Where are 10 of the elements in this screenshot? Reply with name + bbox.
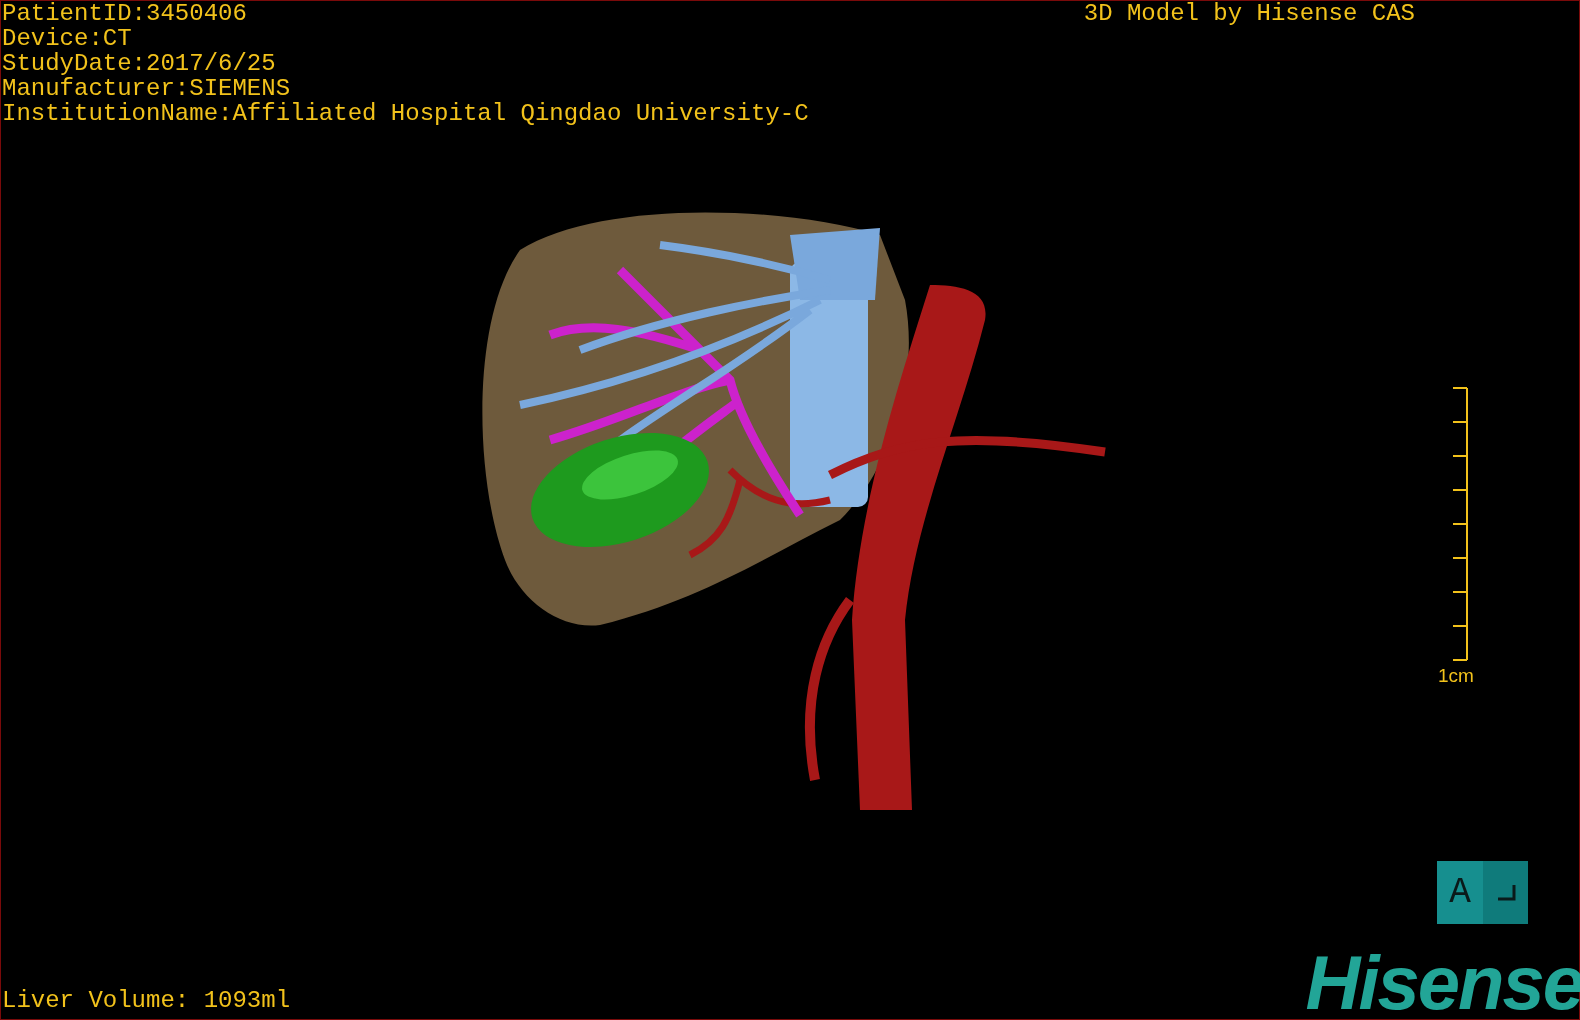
- patient-info-text: StudyDate:2017/6/25: [2, 51, 277, 76]
- orientation-cube-face[interactable]: A: [1437, 861, 1483, 924]
- patient-info-text: Device:CT: [2, 26, 133, 51]
- patient-info-text: InstitutionName:Affiliated Hospital Qingdao University-C: [2, 101, 809, 126]
- scale-label: 1cm: [1438, 666, 1474, 686]
- patient-info-text: PatientID:3450406: [2, 1, 248, 26]
- liver-volume-text: Liver Volume: 1093ml: [1, 988, 291, 1016]
- corner-mark-icon: [1495, 884, 1516, 901]
- viewer-title: 3D Model by Hisense CAS: [1083, 1, 1415, 29]
- patient-info-text: Manufacturer:SIEMENS: [2, 76, 292, 101]
